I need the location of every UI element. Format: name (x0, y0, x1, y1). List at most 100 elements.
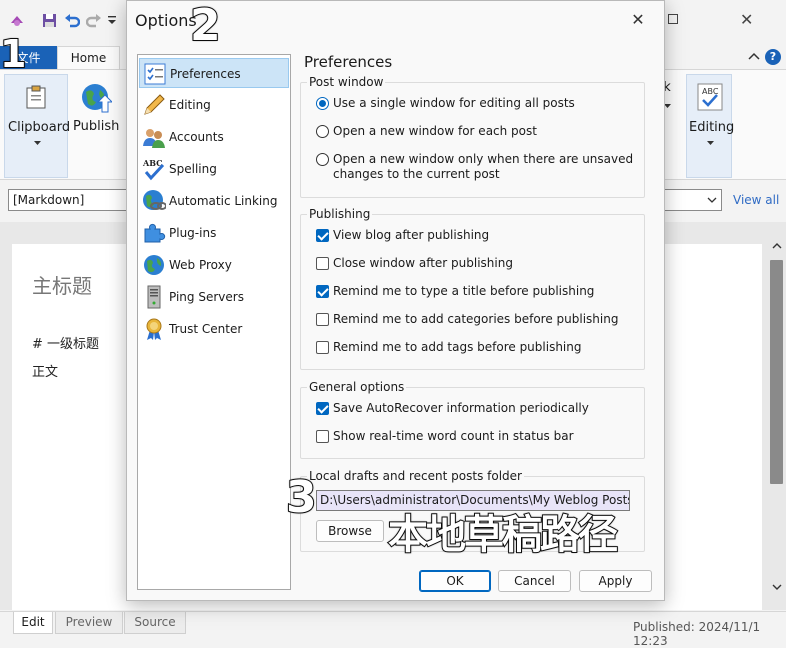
radio-button[interactable] (316, 153, 329, 166)
category-automatic-linking[interactable]: Automatic Linking (139, 186, 289, 216)
scroll-up-icon[interactable] (772, 242, 782, 249)
server-icon (142, 285, 166, 309)
app-logo-icon (9, 13, 25, 27)
category-label: Ping Servers (169, 290, 244, 304)
radio-label: Use a single window for editing all post… (333, 96, 575, 110)
category-trust-center[interactable]: Trust Center (139, 314, 289, 344)
scroll-down-icon[interactable] (772, 584, 782, 591)
chevron-down-icon (34, 141, 41, 146)
doc-body-line[interactable]: 正文 (32, 361, 58, 380)
help-icon[interactable]: ? (765, 49, 781, 65)
category-list: Preferences Editing Accounts ABC Spellin… (137, 54, 291, 590)
general-options-group (300, 387, 645, 459)
browse-button[interactable]: Browse (316, 520, 384, 542)
checkbox-label: Close window after publishing (333, 256, 513, 270)
ribbon-collapse-icon[interactable] (748, 52, 760, 60)
apply-button[interactable]: Apply (579, 570, 652, 592)
checkbox[interactable] (316, 402, 329, 415)
checkbox-label: Save AutoRecover information periodicall… (333, 401, 589, 415)
tab-home[interactable]: Home (57, 46, 120, 70)
svg-text:ABC: ABC (142, 158, 162, 168)
publish-globe-icon (80, 82, 112, 114)
checkbox-label: View blog after publishing (333, 228, 490, 242)
annotation-number-3: 3 (285, 471, 318, 524)
cancel-button[interactable]: Cancel (498, 570, 571, 592)
category-label: Web Proxy (169, 258, 232, 272)
category-label: Trust Center (169, 322, 243, 336)
clipboard-label: Clipboard (8, 120, 71, 135)
preferences-icon (143, 62, 167, 86)
view-all-link[interactable]: View all (733, 193, 779, 207)
post-window-legend: Post window (307, 75, 386, 89)
doc-heading-line[interactable]: # 一级标题 (32, 333, 99, 352)
editing-button[interactable]: ABC Editing (686, 74, 735, 178)
tab-source[interactable]: Source (124, 612, 186, 634)
category-label: Spelling (169, 162, 217, 176)
vertical-scrollbar[interactable] (768, 240, 786, 602)
pencil-icon (142, 93, 166, 117)
publish-label: Publish (73, 119, 120, 134)
category-label: Preferences (170, 67, 241, 81)
quick-access-dropdown-icon[interactable] (108, 15, 116, 25)
category-web-proxy[interactable]: Web Proxy (139, 250, 289, 280)
scroll-thumb[interactable] (770, 260, 783, 484)
annotation-number-1: 1 (0, 31, 27, 77)
abc-check-icon: ABC (697, 83, 723, 111)
checkbox-label: Show real-time word count in status bar (333, 429, 574, 443)
accounts-icon (142, 125, 166, 149)
general-options-legend: General options (307, 380, 407, 394)
editing-label: Editing (689, 120, 735, 135)
tab-preview[interactable]: Preview (55, 612, 123, 634)
chevron-down-icon[interactable] (707, 197, 717, 204)
clipboard-button[interactable]: Clipboard (4, 74, 71, 178)
save-icon[interactable] (42, 13, 57, 28)
local-drafts-legend: Local drafts and recent posts folder (307, 469, 524, 483)
category-spelling[interactable]: ABC Spelling (139, 154, 289, 184)
undo-icon[interactable] (64, 13, 80, 28)
category-plug-ins[interactable]: Plug-ins (139, 218, 289, 248)
annotation-local-drafts-path: 本地草稿路径 (387, 511, 619, 559)
chevron-down-icon (664, 104, 671, 109)
maximize-icon[interactable] (668, 14, 678, 24)
checkbox[interactable] (316, 341, 329, 354)
category-preferences[interactable]: Preferences (139, 58, 289, 88)
radio-button[interactable] (316, 125, 329, 138)
clipboard-icon (25, 85, 47, 109)
post-title[interactable]: 主标题 (32, 270, 92, 299)
checkbox[interactable] (316, 430, 329, 443)
checkbox[interactable] (316, 313, 329, 326)
category-ping-servers[interactable]: Ping Servers (139, 282, 289, 312)
category-accounts[interactable]: Accounts (139, 122, 289, 152)
globe-link-icon (142, 189, 166, 213)
checkbox[interactable] (316, 285, 329, 298)
checkbox-label: Remind me to add categories before publi… (333, 312, 619, 326)
status-published: Published: 2024/11/1 12:23 (633, 620, 761, 648)
medal-icon (142, 317, 166, 341)
radio-button[interactable] (316, 97, 329, 110)
radio-label: Open a new window for each post (333, 124, 537, 138)
publishing-legend: Publishing (307, 207, 373, 221)
dialog-title: Options (135, 11, 197, 30)
ok-button[interactable]: OK (419, 570, 491, 592)
dialog-close-icon[interactable]: ✕ (628, 10, 648, 30)
annotation-number-2: 2 (189, 0, 222, 52)
radio-label: Open a new window only when there are un… (333, 152, 634, 166)
checkbox-label: Remind me to type a title before publish… (333, 284, 595, 298)
category-editing[interactable]: Editing (139, 90, 289, 120)
category-label: Plug-ins (169, 226, 217, 240)
preferences-heading: Preferences (304, 53, 393, 71)
checkbox[interactable] (316, 229, 329, 242)
checkbox[interactable] (316, 257, 329, 270)
category-label: Automatic Linking (169, 194, 278, 208)
redo-icon[interactable] (86, 13, 102, 28)
publish-button[interactable]: Publish (72, 74, 122, 178)
globe-icon (142, 253, 166, 277)
puzzle-icon (142, 221, 166, 245)
spelling-icon: ABC (142, 157, 166, 181)
window-close-icon[interactable]: ✕ (740, 10, 753, 29)
radio-label-continued: changes to the current post (333, 167, 500, 181)
category-label: Editing (169, 98, 211, 112)
checkbox-label: Remind me to add tags before publishing (333, 340, 582, 354)
category-label: Accounts (169, 130, 224, 144)
tab-edit[interactable]: Edit (13, 612, 53, 634)
